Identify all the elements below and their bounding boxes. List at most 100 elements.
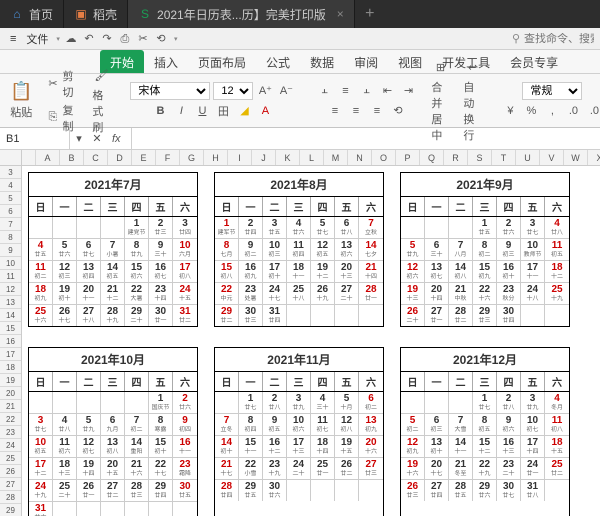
col-header[interactable]: S	[468, 150, 492, 165]
calendar-day[interactable]: 13初六	[335, 239, 359, 260]
calendar-day[interactable]: 21中秋	[449, 283, 473, 304]
col-header[interactable]: O	[372, 150, 396, 165]
dec-inc-icon[interactable]: .0	[564, 102, 582, 120]
calendar-day[interactable]: 31廿六	[29, 502, 53, 516]
calendar-day[interactable]: 27十八	[77, 305, 101, 326]
calendar-day[interactable]: 19十三	[401, 283, 425, 304]
calendar-day[interactable]: 30廿五	[173, 480, 197, 501]
menu-icon[interactable]: ✂	[134, 32, 152, 45]
calendar-day[interactable]: 26廿一	[77, 480, 101, 501]
row-header[interactable]: 10	[0, 257, 21, 270]
calendar-day[interactable]: 8初二	[473, 239, 497, 260]
calendar-day[interactable]: 31廿八	[521, 480, 545, 501]
calendar-day[interactable]: 14初十	[215, 436, 239, 457]
calendar-day[interactable]: 23霜降	[173, 458, 197, 479]
row-header[interactable]: 20	[0, 387, 21, 400]
calendar-day[interactable]: 1廿七	[239, 392, 263, 413]
calendar-day[interactable]: 2廿四	[239, 217, 263, 238]
calendar-day[interactable]: 29廿四	[149, 480, 173, 501]
calendar-day[interactable]: 12初九	[401, 436, 425, 457]
calendar-day[interactable]: 4廿八	[53, 414, 77, 435]
title-tab[interactable]: ▣稻壳	[64, 0, 128, 28]
row-header[interactable]: 13	[0, 296, 21, 309]
row-header[interactable]: 21	[0, 400, 21, 413]
calendar-day[interactable]: 4冬月	[545, 392, 569, 413]
calendar-day[interactable]: 2廿六	[173, 392, 197, 413]
calendar-day[interactable]: 4廿五	[29, 239, 53, 260]
calendar-day[interactable]: 21十六	[125, 458, 149, 479]
cut-icon[interactable]: ✂	[46, 75, 59, 93]
calendar-day[interactable]: 12初六	[401, 261, 425, 282]
cancel-icon[interactable]: ✕	[88, 130, 106, 148]
calendar-day[interactable]: 7立秋	[359, 217, 383, 238]
calendar-day[interactable]: 28廿三	[125, 480, 149, 501]
calendar-day[interactable]: 5廿九	[401, 239, 425, 260]
calendar-day[interactable]: 26二十	[401, 305, 425, 326]
calendar-day[interactable]: 12初八	[335, 414, 359, 435]
calendar-day[interactable]: 15初六	[125, 261, 149, 282]
calendar-day[interactable]: 3廿九	[521, 392, 545, 413]
calendar-day[interactable]: 7立冬	[215, 414, 239, 435]
menu-icon[interactable]: ↷	[98, 32, 116, 45]
row-header[interactable]: 26	[0, 465, 21, 478]
italic-icon[interactable]: I	[172, 102, 190, 120]
calendar-day[interactable]: 12初七	[77, 436, 101, 457]
paste-icon[interactable]: 📋	[10, 81, 32, 102]
col-header[interactable]: X	[588, 150, 600, 165]
underline-icon[interactable]: U	[193, 102, 211, 120]
col-header[interactable]: I	[228, 150, 252, 165]
calendar-day[interactable]: 19十二	[311, 261, 335, 282]
row-header[interactable]: 11	[0, 270, 21, 283]
calendar-day[interactable]: 29廿二	[215, 305, 239, 326]
calendar-day[interactable]: 22十九	[473, 458, 497, 479]
calendar-day[interactable]: 27廿四	[425, 480, 449, 501]
calendar-day[interactable]: 27廿一	[425, 305, 449, 326]
calendar-day[interactable]: 9初五	[263, 414, 287, 435]
calendar-day[interactable]: 12初三	[53, 261, 77, 282]
calendar-day[interactable]: 11初五	[545, 239, 569, 260]
calendar-day[interactable]: 25十八	[287, 283, 311, 304]
ribbon-tab[interactable]: 审阅	[344, 50, 388, 73]
ribbon-tab[interactable]: 公式	[256, 50, 300, 73]
col-header[interactable]: G	[180, 150, 204, 165]
align-mid-icon[interactable]: ≡	[336, 82, 354, 100]
calendar-day[interactable]: 28十九	[101, 305, 125, 326]
calendar-day[interactable]: 15十二	[473, 436, 497, 457]
calendar-day[interactable]: 28廿四	[215, 480, 239, 501]
col-header[interactable]: M	[324, 150, 348, 165]
bold-icon[interactable]: B	[151, 102, 169, 120]
calendar-day[interactable]: 18十四	[311, 436, 335, 457]
calendar-day[interactable]: 7小暑	[101, 239, 125, 260]
col-header[interactable]: R	[444, 150, 468, 165]
calendar-day[interactable]: 17十二	[29, 458, 53, 479]
wrap-icon[interactable]: ↩	[463, 59, 481, 77]
calendar-day[interactable]: 23秋分	[497, 283, 521, 304]
row-header[interactable]: 12	[0, 283, 21, 296]
ribbon-tab[interactable]: 数据	[300, 50, 344, 73]
col-header[interactable]: U	[516, 150, 540, 165]
merge-icon[interactable]: ⊞	[431, 59, 449, 77]
calendar-day[interactable]: 2廿八	[497, 392, 521, 413]
calendar-day[interactable]: 14七夕	[359, 239, 383, 260]
ribbon-tab[interactable]: 页面布局	[188, 50, 256, 73]
row-header[interactable]: 8	[0, 231, 21, 244]
calendar-day[interactable]: 17十四	[521, 436, 545, 457]
calendar-day[interactable]: 13初八	[101, 436, 125, 457]
comma-icon[interactable]: ,	[543, 102, 561, 120]
calendar-day[interactable]: 18初九	[29, 283, 53, 304]
align-bot-icon[interactable]: ⫠	[357, 82, 375, 100]
calendar-day[interactable]: 19十五	[335, 436, 359, 457]
calendar-day[interactable]: 1廿七	[473, 392, 497, 413]
row-header[interactable]: 19	[0, 374, 21, 387]
calendar-day[interactable]: 30廿六	[263, 480, 287, 501]
calendar-day[interactable]: 22十七	[149, 458, 173, 479]
calendar-day[interactable]: 14重阳	[125, 436, 149, 457]
col-header[interactable]: W	[564, 150, 588, 165]
calendar-day[interactable]: 29廿五	[239, 480, 263, 501]
col-header[interactable]: C	[84, 150, 108, 165]
size-select[interactable]: 12	[213, 82, 253, 100]
calendar-day[interactable]: 1建军节	[215, 217, 239, 238]
currency-icon[interactable]: ¥	[501, 102, 519, 120]
font-grow-icon[interactable]: A⁺	[256, 82, 274, 100]
col-header[interactable]: J	[252, 150, 276, 165]
